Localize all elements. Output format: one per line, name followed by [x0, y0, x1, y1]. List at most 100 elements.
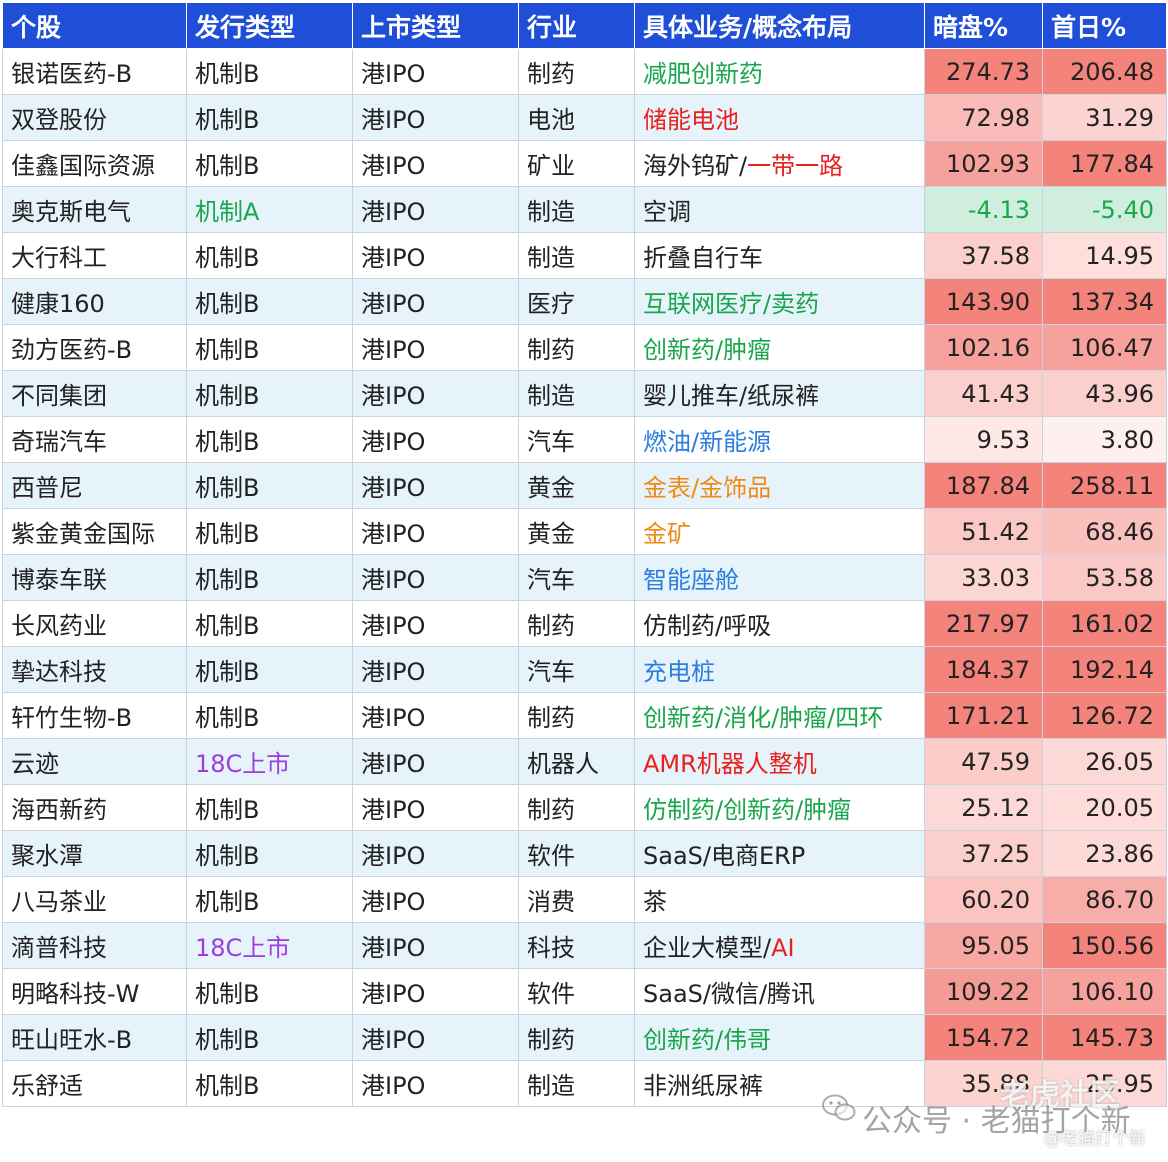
cell-listing-type: 港IPO — [352, 278, 519, 325]
table-row: 不同集团 机制B 港IPO 制造 婴儿推车/纸尿裤 41.43 43.96 — [2, 370, 1167, 417]
cell-industry: 制药 — [518, 1014, 635, 1061]
concept-segment: 储能电池 — [643, 106, 739, 134]
cell-stock: 紫金黄金国际 — [2, 508, 187, 555]
cell-concept: 储能电池 — [634, 94, 925, 141]
cell-first-day: 14.95 — [1042, 232, 1167, 279]
concept-segment: 企业大模型/ — [643, 934, 772, 962]
concept-segment: SaaS/电商ERP — [643, 842, 806, 870]
cell-listing-type: 港IPO — [352, 140, 519, 187]
cell-dark-pool: 37.58 — [924, 232, 1043, 279]
table-row: 大行科工 机制B 港IPO 制造 折叠自行车 37.58 14.95 — [2, 232, 1167, 279]
cell-dark-pool: 184.37 — [924, 646, 1043, 693]
table-row: 云迹 18C上市 港IPO 机器人 AMR机器人整机 47.59 26.05 — [2, 738, 1167, 785]
cell-dark-pool: 143.90 — [924, 278, 1043, 325]
cell-dark-pool: 217.97 — [924, 600, 1043, 647]
cell-first-day: 31.29 — [1042, 94, 1167, 141]
cell-industry: 医疗 — [518, 278, 635, 325]
cell-listing-type: 港IPO — [352, 876, 519, 923]
cell-issue-type: 机制B — [186, 94, 353, 141]
concept-segment: AI — [771, 934, 795, 962]
cell-concept: 非洲纸尿裤 — [634, 1060, 925, 1107]
header-industry: 行业 — [518, 2, 635, 49]
cell-listing-type: 港IPO — [352, 232, 519, 279]
table-row: 奥克斯电气 机制A 港IPO 制造 空调 -4.13 -5.40 — [2, 186, 1167, 233]
cell-dark-pool: 25.12 — [924, 784, 1043, 831]
cell-industry: 制造 — [518, 232, 635, 279]
cell-issue-type: 机制A — [186, 186, 353, 233]
concept-segment: 仿制药/创新药/肿瘤 — [643, 796, 852, 824]
cell-listing-type: 港IPO — [352, 600, 519, 647]
cell-issue-type: 机制B — [186, 876, 353, 923]
cell-listing-type: 港IPO — [352, 554, 519, 601]
cell-industry: 制药 — [518, 48, 635, 95]
concept-segment: 婴儿推车/纸尿裤 — [643, 382, 820, 410]
cell-first-day: 192.14 — [1042, 646, 1167, 693]
table-row: 长风药业 机制B 港IPO 制药 仿制药/呼吸 217.97 161.02 — [2, 600, 1167, 647]
cell-industry: 黄金 — [518, 462, 635, 509]
header-issue-type: 发行类型 — [186, 2, 353, 49]
cell-listing-type: 港IPO — [352, 1014, 519, 1061]
table-row: 佳鑫国际资源 机制B 港IPO 矿业 海外钨矿/一带一路 102.93 177.84 — [2, 140, 1167, 187]
concept-segment: 减肥创新药 — [643, 60, 763, 88]
cell-first-day: 126.72 — [1042, 692, 1167, 739]
header-stock: 个股 — [2, 2, 187, 49]
cell-concept: AMR机器人整机 — [634, 738, 925, 785]
cell-industry: 软件 — [518, 830, 635, 877]
cell-first-day: 3.80 — [1042, 416, 1167, 463]
cell-first-day: 150.56 — [1042, 922, 1167, 969]
cell-stock: 健康160 — [2, 278, 187, 325]
header-row: 个股 发行类型 上市类型 行业 具体业务/概念布局 暗盘% 首日% — [2, 2, 1167, 49]
cell-first-day: 161.02 — [1042, 600, 1167, 647]
concept-segment: 金表/金饰品 — [643, 474, 772, 502]
cell-concept: 互联网医疗/卖药 — [634, 278, 925, 325]
cell-listing-type: 港IPO — [352, 94, 519, 141]
cell-first-day: 137.34 — [1042, 278, 1167, 325]
cell-first-day: 68.46 — [1042, 508, 1167, 555]
cell-listing-type: 港IPO — [352, 968, 519, 1015]
table-row: 明略科技-W 机制B 港IPO 软件 SaaS/微信/腾讯 109.22 106.10 — [2, 968, 1167, 1015]
cell-industry: 制药 — [518, 784, 635, 831]
cell-industry: 制药 — [518, 324, 635, 371]
table-row: 乐舒适 机制B 港IPO 制造 非洲纸尿裤 35.88 25.95 — [2, 1060, 1167, 1107]
cell-listing-type: 港IPO — [352, 784, 519, 831]
cell-issue-type: 机制B — [186, 324, 353, 371]
cell-issue-type: 机制B — [186, 646, 353, 693]
cell-concept: 仿制药/呼吸 — [634, 600, 925, 647]
concept-segment: 智能座舱 — [643, 566, 739, 594]
cell-concept: 海外钨矿/一带一路 — [634, 140, 925, 187]
cell-stock: 不同集团 — [2, 370, 187, 417]
cell-dark-pool: 47.59 — [924, 738, 1043, 785]
cell-industry: 制药 — [518, 600, 635, 647]
cell-dark-pool: 37.25 — [924, 830, 1043, 877]
cell-concept: 创新药/消化/肿瘤/四环 — [634, 692, 925, 739]
cell-industry: 电池 — [518, 94, 635, 141]
concept-segment: 充电桩 — [643, 658, 715, 686]
cell-concept: 婴儿推车/纸尿裤 — [634, 370, 925, 417]
cell-listing-type: 港IPO — [352, 692, 519, 739]
cell-industry: 制药 — [518, 692, 635, 739]
cell-industry: 矿业 — [518, 140, 635, 187]
cell-first-day: 26.05 — [1042, 738, 1167, 785]
header-dark-pool: 暗盘% — [924, 2, 1043, 49]
cell-first-day: 23.86 — [1042, 830, 1167, 877]
cell-dark-pool: 35.88 — [924, 1060, 1043, 1107]
cell-first-day: 177.84 — [1042, 140, 1167, 187]
cell-issue-type: 机制B — [186, 1060, 353, 1107]
cell-issue-type: 机制B — [186, 830, 353, 877]
cell-listing-type: 港IPO — [352, 48, 519, 95]
cell-issue-type: 机制B — [186, 1014, 353, 1061]
concept-segment: 创新药/伟哥 — [643, 1026, 772, 1054]
cell-concept: 仿制药/创新药/肿瘤 — [634, 784, 925, 831]
cell-stock: 乐舒适 — [2, 1060, 187, 1107]
cell-listing-type: 港IPO — [352, 646, 519, 693]
cell-first-day: 106.47 — [1042, 324, 1167, 371]
cell-concept: 充电桩 — [634, 646, 925, 693]
cell-concept: 创新药/伟哥 — [634, 1014, 925, 1061]
cell-dark-pool: 274.73 — [924, 48, 1043, 95]
cell-stock: 大行科工 — [2, 232, 187, 279]
cell-stock: 长风药业 — [2, 600, 187, 647]
concept-segment: SaaS/微信/腾讯 — [643, 980, 816, 1008]
cell-industry: 黄金 — [518, 508, 635, 555]
table-row: 奇瑞汽车 机制B 港IPO 汽车 燃油/新能源 9.53 3.80 — [2, 416, 1167, 463]
cell-concept: 空调 — [634, 186, 925, 233]
